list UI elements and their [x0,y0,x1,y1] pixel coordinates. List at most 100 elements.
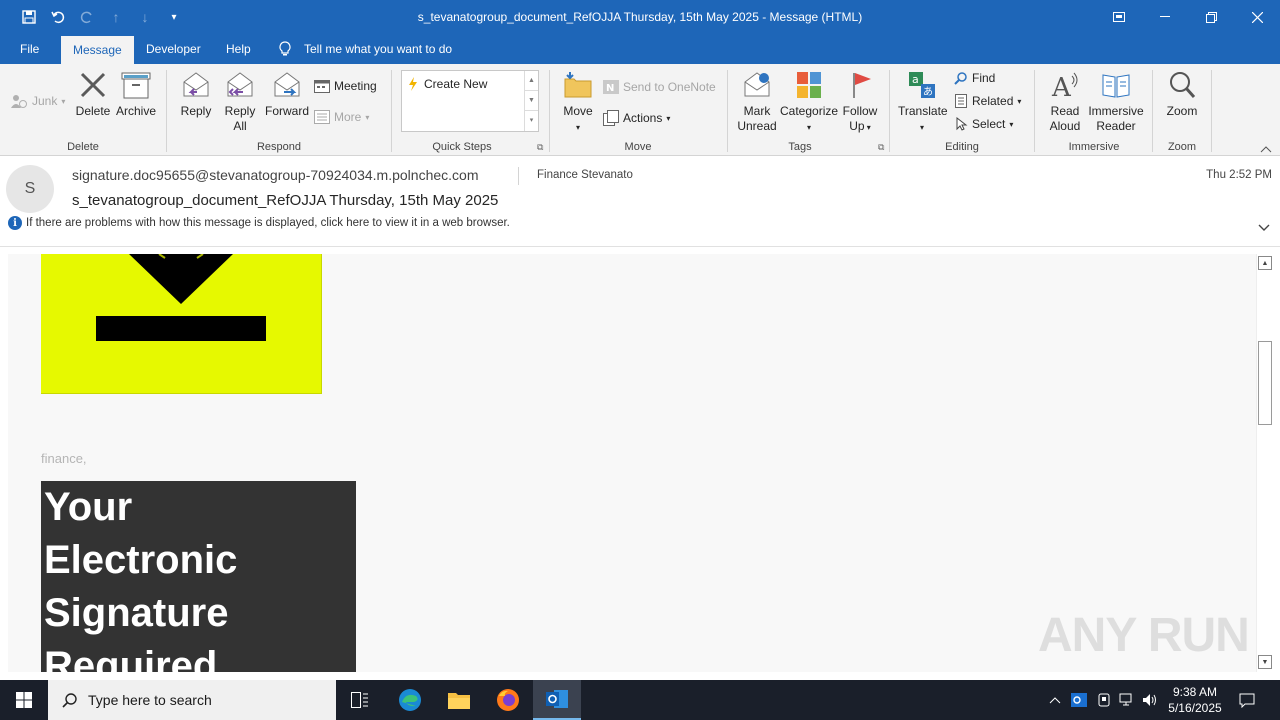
signature-required-banner[interactable]: Your Electronic Signature Required [41,481,356,672]
outlook-taskbar-icon[interactable] [533,680,581,720]
outlook-tray-icon[interactable] [1068,680,1090,720]
recipient[interactable]: Finance Stevanato [537,169,633,181]
ribbon-display-options-icon[interactable] [1096,0,1142,34]
translate-icon: aあ [909,72,935,98]
select-button[interactable]: Select ▾ [954,117,1013,131]
scroll-up-icon[interactable]: ▲ [1258,256,1272,270]
more-label: More [334,110,362,124]
avatar: S [6,165,54,213]
reply-button[interactable]: Reply [176,70,216,119]
move-folder-icon [564,72,592,98]
device-icon[interactable] [1094,680,1114,720]
tab-developer[interactable]: Developer [134,34,213,64]
forward-label: Forward [264,104,309,118]
message-subject: s_tevanatogroup_document_RefOJJA Thursda… [72,192,499,209]
find-button[interactable]: Find [954,71,995,85]
related-label: Related [972,94,1014,108]
tab-message[interactable]: Message [61,36,134,64]
taskbar-search[interactable]: Type here to search [48,680,336,720]
search-placeholder: Type here to search [88,692,212,708]
greeting-text: finance, [41,451,87,466]
calendar-icon [314,80,330,93]
ribbon: Junk ▾ Delete Archive Delete Reply Reply … [0,64,1280,156]
scrollbar-thumb[interactable] [1258,341,1272,425]
firefox-icon[interactable] [484,680,532,720]
svg-text:あ: あ [923,86,933,98]
zoom-button[interactable]: Zoom [1160,70,1204,119]
junk-button[interactable]: Junk ▾ [10,93,65,109]
move-label: Move [563,104,593,118]
network-icon[interactable] [1116,680,1138,720]
more-respond-button[interactable]: More ▾ [314,110,369,124]
tags-dialog-launcher[interactable]: ⧉ [878,142,884,153]
immersive-reader-button[interactable]: Immersive Reader [1088,70,1144,134]
meeting-button[interactable]: Meeting [314,79,377,93]
banner-line: Required [44,644,218,672]
minimize-icon[interactable] [1142,0,1188,34]
read-aloud-button[interactable]: A Read Aloud [1042,70,1088,134]
task-view-icon[interactable] [336,680,384,720]
categorize-label: Categorize [780,104,839,118]
scroll-down-icon[interactable]: ▼ [1258,655,1272,669]
info-bar[interactable]: i If there are problems with how this me… [8,216,510,230]
editing-group-label: Editing [945,141,979,153]
ribbon-separator [727,70,728,152]
tell-me-search[interactable]: Tell me what you want to do [278,34,452,64]
start-button[interactable] [0,680,48,720]
categorize-button[interactable]: Categorize ▾ [780,70,838,135]
archive-label: Archive [115,104,156,118]
move-button[interactable]: Move ▾ [558,70,598,135]
forward-button[interactable]: Forward [264,70,310,119]
reply-all-button[interactable]: Reply All [220,70,260,134]
related-icon [955,94,967,108]
archive-icon [121,72,151,99]
quick-step-create-new[interactable]: Create New [408,77,487,91]
volume-icon[interactable] [1140,680,1160,720]
quick-steps-gallery[interactable]: Create New ▲ ▼ ▾ [401,70,539,132]
tell-me-label: Tell me what you want to do [304,42,453,56]
reply-all-label-2: All [233,119,247,133]
mark-unread-button[interactable]: Mark Unread [734,70,780,134]
download-banner-image[interactable] [41,254,322,394]
restore-icon[interactable] [1188,0,1234,34]
forward-icon [274,72,300,97]
notifications-icon[interactable] [1232,680,1262,720]
file-explorer-icon[interactable] [435,680,483,720]
zoom-group-label: Zoom [1167,141,1197,153]
close-icon[interactable] [1234,0,1280,34]
tab-help[interactable]: Help [214,34,263,64]
onenote-icon: N [603,80,619,94]
immersive-group-label: Immersive [1068,141,1120,153]
expand-header-icon[interactable] [1258,221,1270,235]
related-button[interactable]: Related ▾ [954,94,1021,108]
follow-label-1: Follow [842,104,878,118]
delete-icon [80,72,106,98]
read-aloud-icon: A [1051,72,1078,100]
reader-label-2: Reader [1096,119,1136,133]
send-to-onenote-label: Send to OneNote [623,80,716,94]
quick-steps-dialog-launcher[interactable]: ⧉ [537,142,543,153]
ribbon-separator [1211,70,1212,152]
download-arrow-icon [96,254,266,341]
delete-button[interactable]: Delete [72,70,114,119]
archive-button[interactable]: Archive [114,70,158,119]
tab-file[interactable]: File [8,34,51,64]
edge-icon[interactable] [386,680,434,720]
quick-steps-scroll[interactable]: ▲ ▼ ▾ [524,71,538,131]
taskbar-clock[interactable]: 9:38 AM 5/16/2025 [1160,684,1230,716]
collapse-ribbon-icon[interactable] [1260,142,1272,156]
translate-button[interactable]: aあ Translate ▾ [898,70,948,135]
send-to-onenote-button[interactable]: N Send to OneNote [603,79,716,95]
show-hidden-icons[interactable] [1046,680,1064,720]
sender-address[interactable]: signature.doc95655@stevanatogroup-709240… [72,167,479,183]
vertical-scrollbar[interactable]: ▲ ▼ [1256,254,1273,672]
follow-label-2: Up [849,119,865,133]
follow-up-button[interactable]: Follow Up ▾ [840,70,880,135]
read-label-1: Read [1050,104,1080,118]
window-title: s_tevanatogroup_document_RefOJJA Thursda… [417,10,863,24]
select-label: Select [972,117,1006,131]
reply-all-label-1: Reply [224,104,256,118]
actions-button[interactable]: Actions ▾ [603,110,670,126]
svg-text:A: A [1051,73,1072,100]
more-icon [314,110,330,124]
